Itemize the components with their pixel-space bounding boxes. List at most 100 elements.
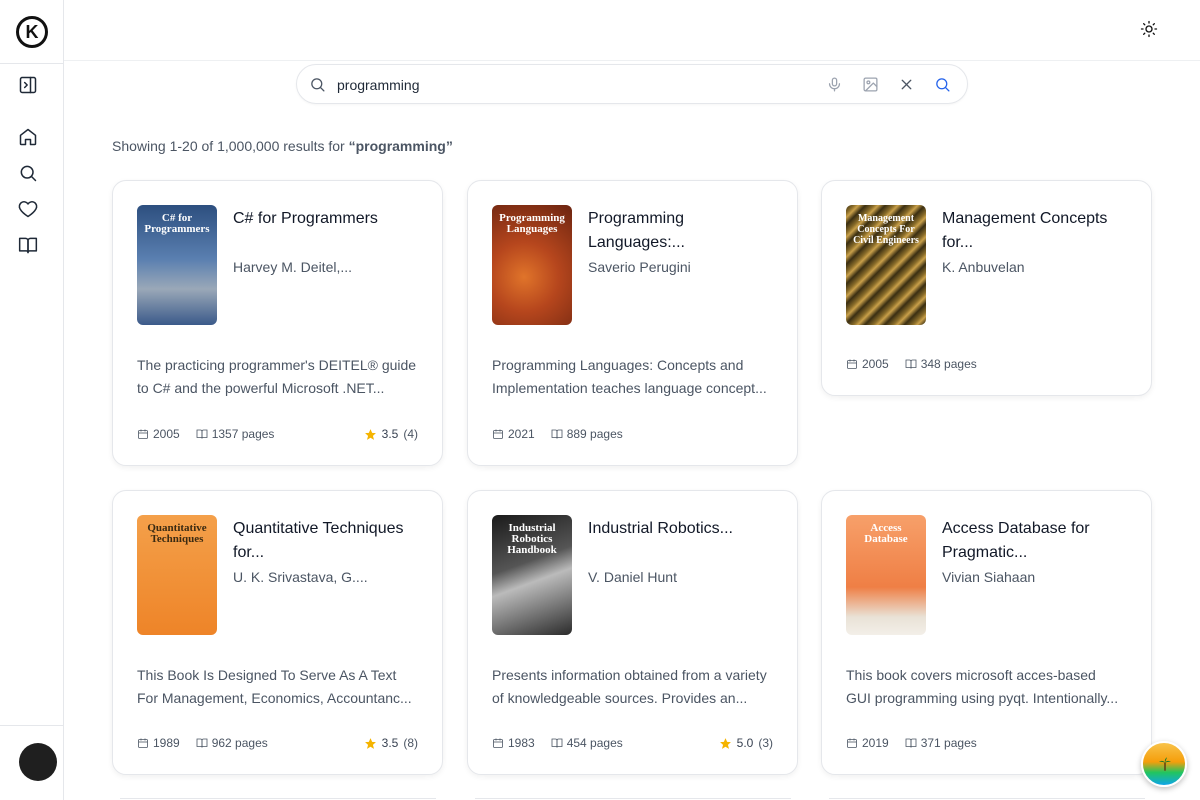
book-card[interactable]: C# for Programmers C# for Programmers Ha… — [112, 180, 443, 466]
star-icon — [364, 428, 376, 440]
book-open-icon — [905, 359, 917, 369]
book-title[interactable]: Industrial Robotics... — [588, 517, 778, 541]
book-cover[interactable]: Management Concepts For Civil Engineers — [846, 205, 926, 325]
book-card[interactable]: Management Concepts For Civil Engineers … — [821, 180, 1152, 396]
book-description: Programming Languages: Concepts and Imple… — [492, 354, 776, 400]
book-open-icon — [196, 429, 208, 439]
desc-line: of knowledgeable sources. Provides an... — [492, 690, 748, 706]
search-icon — [20, 165, 37, 182]
calendar-icon — [493, 738, 503, 748]
cover-text: Programming Languages — [499, 212, 565, 235]
book-rating: 3.5 (8) — [364, 736, 418, 750]
panel-expand-icon — [19, 76, 37, 94]
desc-line: Presents information obtained from a var… — [492, 667, 767, 683]
book-author: Saverio Perugini — [588, 259, 691, 275]
book-card[interactable]: Quantitative Techniques Quantitative Tec… — [112, 490, 443, 775]
results-summary-prefix: Showing 1-20 of 1,000,000 results for — [112, 138, 349, 154]
cover-text: Industrial Robotics Handbook — [507, 522, 557, 556]
book-author: K. Anbuvelan — [942, 259, 1025, 275]
calendar-icon — [493, 429, 503, 439]
book-author: Vivian Siahaan — [942, 569, 1036, 585]
book-meta: 2019 371 pages — [846, 736, 993, 750]
microphone-icon — [828, 77, 841, 92]
book-title[interactable]: Quantitative Techniques for... — [233, 517, 423, 565]
book-author: Harvey M. Deitel,... — [233, 259, 353, 275]
clear-search-button[interactable] — [898, 76, 916, 94]
book-title[interactable]: C# for Programmers — [233, 207, 423, 231]
search-icon — [936, 78, 950, 92]
desc-line: to C# and the powerful Microsoft .NET... — [137, 380, 385, 396]
star-icon — [364, 737, 376, 749]
rating-value: 3.5 — [381, 736, 399, 750]
top-bar — [64, 0, 1200, 61]
desc-line: Programming Languages: Concepts and — [492, 357, 744, 373]
book-author: V. Daniel Hunt — [588, 569, 677, 585]
book-card[interactable]: Industrial Robotics Handbook Industrial … — [467, 490, 798, 775]
book-description: This Book Is Designed To Serve As A Text… — [137, 664, 421, 710]
favorites-button[interactable] — [16, 197, 40, 221]
book-pages: 454 pages — [566, 736, 623, 750]
book-year: 2005 — [153, 427, 180, 441]
desc-line: This book covers microsoft acces-based — [846, 667, 1096, 683]
avatar[interactable] — [19, 743, 57, 781]
book-pages: 962 pages — [211, 736, 268, 750]
book-year: 1989 — [153, 736, 180, 750]
theme-toggle-button[interactable] — [1140, 20, 1160, 40]
sidebar: K — [0, 0, 64, 800]
book-title[interactable]: Programming Languages:... — [588, 207, 778, 255]
logo-letter: K — [19, 19, 45, 45]
rating-value: 5.0 — [736, 736, 754, 750]
book-card[interactable]: Access Database Access Database for Prag… — [821, 490, 1152, 775]
toggle-sidebar-button[interactable] — [16, 73, 40, 97]
assistant-button[interactable] — [1141, 741, 1187, 787]
calendar-icon — [138, 429, 148, 439]
book-rating: 5.0 (3) — [719, 736, 773, 750]
palm-tree-icon — [1159, 757, 1171, 771]
search-bar — [296, 64, 968, 104]
cover-text: Management Concepts For Civil Engineers — [853, 213, 919, 246]
book-meta: 2005 1357 pages — [137, 427, 290, 441]
library-button[interactable] — [16, 233, 40, 257]
sidebar-divider — [0, 63, 63, 64]
book-cover[interactable]: Programming Languages — [492, 205, 572, 325]
book-card[interactable]: Programming Languages Programming Langua… — [467, 180, 798, 466]
book-year: 2021 — [508, 427, 535, 441]
desc-line: For Management, Economics, Accountanc... — [137, 690, 412, 706]
rating-count: (8) — [403, 736, 418, 750]
book-title[interactable]: Access Database for Pragmatic... — [942, 517, 1132, 565]
search-input[interactable] — [337, 73, 817, 97]
book-cover[interactable]: C# for Programmers — [137, 205, 217, 325]
desc-line: GUI programming using pyqt. Intentionall… — [846, 690, 1119, 706]
book-author: U. K. Srivastava, G.... — [233, 569, 368, 585]
book-year: 2005 — [862, 357, 889, 371]
app-logo[interactable]: K — [16, 16, 48, 48]
book-open-icon — [551, 429, 563, 439]
book-rating: 3.5 (4) — [364, 427, 418, 441]
close-icon — [901, 79, 912, 90]
voice-search-button[interactable] — [826, 76, 844, 94]
rating-count: (4) — [403, 427, 418, 441]
cover-text: Quantitative Techniques — [147, 522, 207, 545]
rating-count: (3) — [758, 736, 773, 750]
cover-text: C# for Programmers — [144, 212, 210, 235]
book-meta: 2021 889 pages — [492, 427, 639, 441]
book-cover[interactable]: Quantitative Techniques — [137, 515, 217, 635]
book-cover[interactable]: Industrial Robotics Handbook — [492, 515, 572, 635]
calendar-icon — [138, 738, 148, 748]
book-title[interactable]: Management Concepts for... — [942, 207, 1132, 255]
home-button[interactable] — [16, 125, 40, 149]
calendar-icon — [847, 738, 857, 748]
book-pages: 348 pages — [920, 357, 977, 371]
book-pages: 371 pages — [920, 736, 977, 750]
book-meta: 1989 962 pages — [137, 736, 284, 750]
home-icon — [19, 128, 37, 146]
book-cover[interactable]: Access Database — [846, 515, 926, 635]
image-search-button[interactable] — [862, 76, 880, 94]
search-bar-icon — [309, 76, 327, 94]
calendar-icon — [847, 359, 857, 369]
results-summary: Showing 1-20 of 1,000,000 results for “p… — [112, 138, 453, 154]
search-nav-button[interactable] — [16, 161, 40, 185]
book-pages: 1357 pages — [211, 427, 275, 441]
desc-line: This Book Is Designed To Serve As A Text — [137, 667, 397, 683]
submit-search-button[interactable] — [934, 76, 952, 94]
